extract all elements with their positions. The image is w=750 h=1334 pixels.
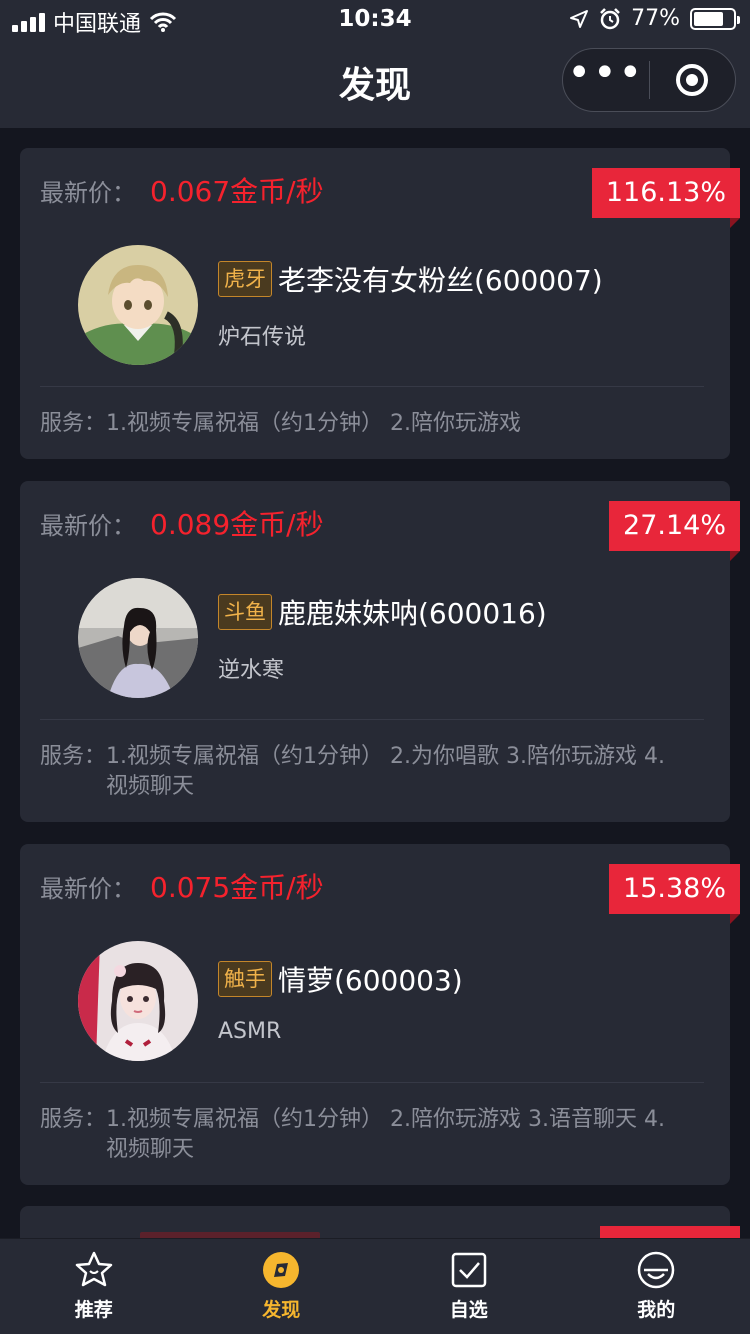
anchor-row: 斗鱼 鹿鹿妹妹呐(600016) 逆水寒 <box>40 563 704 719</box>
price-label: 最新价： <box>40 874 136 903</box>
game-label: 逆水寒 <box>218 658 285 683</box>
platform-badge: 虎牙 <box>218 261 272 297</box>
more-button[interactable]: ••• <box>563 53 649 93</box>
battery-icon <box>690 7 740 30</box>
tab-label: 自选 <box>449 1299 488 1321</box>
service-text: 1.视频专属祝福（约1分钟） 2.陪你玩游戏 3.语音聊天 4.视频聊天 <box>106 1107 665 1162</box>
mini-program-capsule: ••• <box>562 48 736 112</box>
price-label: 最新价： <box>40 178 136 207</box>
anchor-name: 鹿鹿妹妹呐(600016) <box>278 597 547 630</box>
tab-label: 我的 <box>637 1299 676 1321</box>
location-icon <box>570 9 589 28</box>
service-label: 服务： <box>40 411 107 436</box>
status-bar: 中国联通 10:34 77% <box>0 0 750 40</box>
platform-badge: 斗鱼 <box>218 594 272 630</box>
price-label: 最新价： <box>40 511 136 540</box>
service-label: 服务： <box>40 1107 107 1132</box>
latest-price: 0.067金币/秒 <box>150 175 324 208</box>
service-label: 服务： <box>40 744 107 769</box>
change-badge: 15.38% <box>609 864 740 924</box>
tab-label: 推荐 <box>74 1299 113 1321</box>
anchor-card[interactable]: 最新价： 0.089金币/秒 27.14% 斗鱼 鹿鹿妹妹呐(600016) 逆… <box>20 481 740 822</box>
game-label: ASMR <box>218 1018 282 1044</box>
service-row: 服务： 1.视频专属祝福（约1分钟） 2.陪你玩游戏 3.语音聊天 4.视频聊天 <box>40 1083 704 1185</box>
profile-icon <box>638 1251 675 1289</box>
tab-bar: 推荐 发现 自选 我的 <box>0 1238 750 1334</box>
anchor-row: 触手 情萝(600003) ASMR <box>40 926 704 1082</box>
avatar[interactable] <box>78 941 198 1061</box>
change-badge: 27.14% <box>609 501 740 561</box>
change-badge: 116.13% <box>591 168 741 228</box>
anchor-list: 最新价： 0.067金币/秒 116.13% 虎牙 老李没有女粉丝(600007… <box>20 148 741 1207</box>
price-row: 最新价： 0.075金币/秒 <box>40 844 704 926</box>
anchor-card[interactable]: 最新价： 0.075金币/秒 15.38% 触手 情萝(600003) ASMR… <box>20 844 740 1185</box>
target-icon <box>676 64 709 96</box>
price-row: 最新价： 0.089金币/秒 <box>40 481 704 563</box>
latest-price: 0.089金币/秒 <box>150 508 324 541</box>
avatar[interactable] <box>78 245 198 365</box>
latest-price: 0.075金币/秒 <box>150 871 324 904</box>
anchor-card[interactable]: 最新价： 0.067金币/秒 116.13% 虎牙 老李没有女粉丝(600007… <box>20 148 741 459</box>
anchor-name: 老李没有女粉丝(600007) <box>278 264 603 297</box>
anchor-name: 情萝(600003) <box>278 963 463 997</box>
battery-percent: 77% <box>631 6 680 31</box>
service-text: 1.视频专属祝福（约1分钟） 2.为你唱歌 3.陪你玩游戏 4.视频聊天 <box>106 744 665 799</box>
tab-recommend[interactable]: 推荐 <box>0 1239 188 1334</box>
close-button[interactable] <box>650 62 736 98</box>
anchor-row: 虎牙 老李没有女粉丝(600007) 炉石传说 <box>40 230 704 386</box>
alarm-icon <box>600 7 620 29</box>
tab-mine[interactable]: 我的 <box>563 1239 750 1334</box>
tab-watchlist[interactable]: 自选 <box>375 1239 563 1334</box>
tab-label: 发现 <box>262 1299 301 1321</box>
star-icon <box>75 1251 112 1287</box>
service-row: 服务： 1.视频专属祝福（约1分钟） 2.陪你玩游戏 <box>40 387 704 459</box>
tab-discover[interactable]: 发现 <box>188 1239 376 1334</box>
discover-icon <box>263 1252 300 1288</box>
service-text: 1.视频专属祝福（约1分钟） 2.陪你玩游戏 <box>106 411 521 436</box>
service-row: 服务： 1.视频专属祝福（约1分钟） 2.为你唱歌 3.陪你玩游戏 4.视频聊天 <box>40 720 704 822</box>
game-label: 炉石传说 <box>218 325 307 350</box>
checkbox-icon <box>451 1252 486 1288</box>
platform-badge: 触手 <box>218 960 272 997</box>
top-bar: 中国联通 10:34 77% 发现 ••• <box>0 0 750 128</box>
avatar[interactable] <box>78 578 198 698</box>
